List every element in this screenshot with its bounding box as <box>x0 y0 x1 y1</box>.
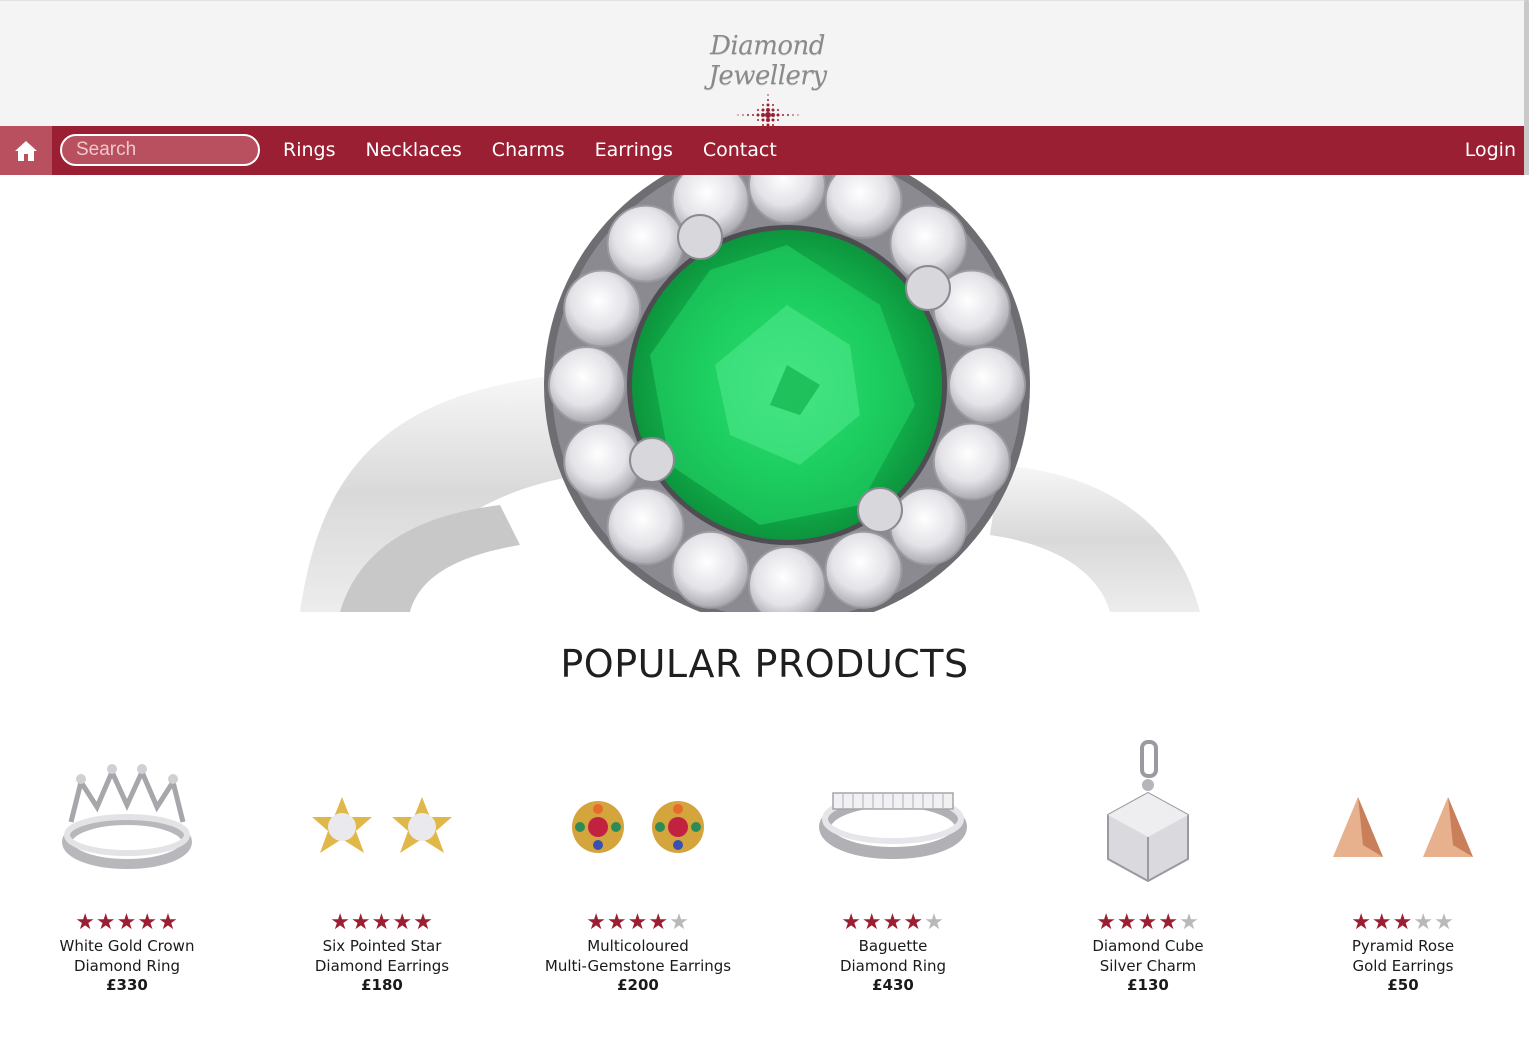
gem-earrings-image <box>572 801 704 853</box>
product-card[interactable]: ★★★★★ Diamond Cube Silver Charm £130 <box>1033 712 1263 1012</box>
rating-stars: ★★★★★ <box>330 910 434 935</box>
product-card[interactable]: ★★★★★ Six Pointed Star Diamond Earrings … <box>267 712 497 1012</box>
halo-diamond <box>563 422 642 501</box>
crown-ring-image <box>62 764 192 869</box>
nav-link-charms[interactable]: Charms <box>477 126 580 175</box>
halo-diamond <box>606 204 685 283</box>
halo-diamond <box>824 175 903 240</box>
product-card[interactable]: ★★★★★ Multicoloured Multi-Gemstone Earri… <box>523 712 753 1012</box>
nav-link-earrings[interactable]: Earrings <box>580 126 688 175</box>
nav-link-rings[interactable]: Rings <box>268 126 350 175</box>
emerald-halo-ring-image <box>300 175 1200 612</box>
product-price: £130 <box>1127 976 1169 994</box>
rating-stars: ★★★★★ <box>75 910 179 935</box>
halo-diamond <box>671 530 750 609</box>
rating-stars: ★★★★★ <box>1351 910 1455 935</box>
halo-diamond <box>548 346 626 424</box>
site-header: Diamond Jewellery <box>0 0 1529 136</box>
hero-banner <box>0 175 1529 612</box>
halo-diamond <box>889 487 968 566</box>
search-input[interactable] <box>60 134 260 166</box>
product-grid: ★★★★★ White Gold Crown Diamond Ring £330… <box>0 712 1529 1012</box>
rating-stars: ★★★★★ <box>586 910 690 935</box>
product-card[interactable]: ★★★★★ Baguette Diamond Ring £430 <box>778 712 1008 1012</box>
halo-diamond <box>932 422 1011 501</box>
product-card[interactable]: ★★★★★ White Gold Crown Diamond Ring £330 <box>12 712 242 1012</box>
halo-diamond <box>948 346 1026 424</box>
product-card[interactable]: ★★★★★ Pyramid Rose Gold Earrings £50 <box>1288 712 1518 1012</box>
nav-link-necklaces[interactable]: Necklaces <box>350 126 476 175</box>
rating-stars: ★★★★★ <box>1096 910 1200 935</box>
product-name: Diamond Cube Silver Charm <box>1092 937 1204 975</box>
product-name: Pyramid Rose Gold Earrings <box>1351 937 1455 975</box>
halo-diamond <box>748 546 826 612</box>
halo-diamond <box>606 487 685 566</box>
product-name: Multicoloured Multi-Gemstone Earrings <box>544 937 732 975</box>
product-price: £200 <box>617 976 659 994</box>
product-name: Six Pointed Star Diamond Earrings <box>314 937 450 975</box>
login-link[interactable]: Login <box>1465 126 1516 175</box>
nav-link-contact[interactable]: Contact <box>688 126 792 175</box>
product-price: £330 <box>106 976 148 994</box>
home-button[interactable] <box>0 126 52 175</box>
home-icon <box>15 140 37 161</box>
product-price: £430 <box>872 976 914 994</box>
star-earrings-image <box>312 797 452 853</box>
pyramid-earrings-image <box>1333 797 1473 857</box>
main-nav: Rings Necklaces Charms Earrings Contact … <box>0 126 1529 175</box>
site-logo[interactable]: Diamond Jewellery <box>660 31 875 136</box>
cube-charm-image <box>1107 740 1189 883</box>
nav-links: Rings Necklaces Charms Earrings Contact <box>268 126 792 175</box>
logo-text: Diamond Jewellery <box>708 31 827 91</box>
halo-diamond <box>563 269 642 348</box>
halo-diamond <box>824 530 903 609</box>
product-name: White Gold Crown Diamond Ring <box>59 937 195 975</box>
product-price: £50 <box>1387 976 1419 994</box>
rating-stars: ★★★★★ <box>841 910 945 935</box>
product-name: Baguette Diamond Ring <box>839 937 947 975</box>
baguette-ring-image <box>819 792 967 859</box>
section-title: POPULAR PRODUCTS <box>560 642 969 686</box>
product-price: £180 <box>361 976 403 994</box>
